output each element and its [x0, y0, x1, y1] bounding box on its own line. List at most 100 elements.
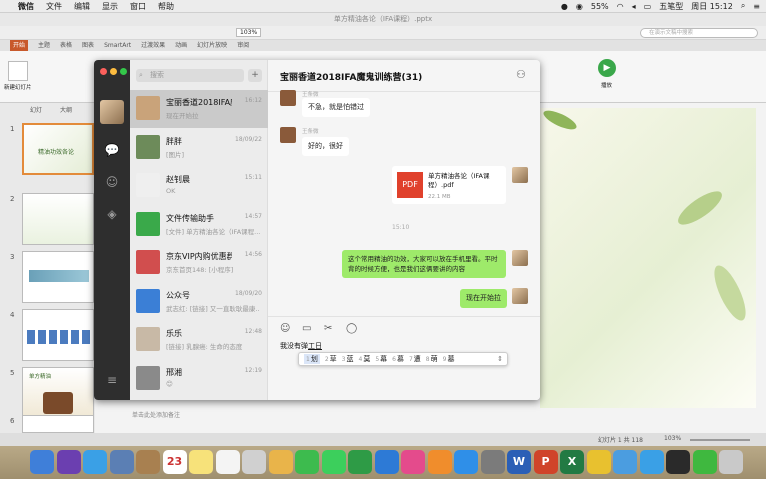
system-preferences-icon[interactable]	[480, 450, 505, 474]
ime-page-arrow-icon[interactable]: ⇕	[497, 355, 503, 363]
conversation-item[interactable]: 宝丽香道2018IFA魔... 16:12 现在开始拉	[130, 90, 268, 128]
keka-icon[interactable]	[586, 450, 611, 474]
qq-icon[interactable]	[639, 450, 664, 474]
composer-text[interactable]: 我没有弹工日	[280, 341, 322, 351]
notes-placeholder[interactable]: 单击此处添加备注	[132, 410, 180, 419]
ime-candidate[interactable]: 2草	[325, 354, 337, 364]
messages-icon[interactable]	[321, 450, 346, 474]
menu-file[interactable]: 文件	[46, 1, 62, 12]
zoom-window-icon[interactable]	[120, 68, 127, 75]
search-input[interactable]: 搜索	[136, 69, 244, 82]
safari-icon[interactable]	[83, 450, 107, 474]
new-chat-plus-button[interactable]: +	[248, 69, 262, 82]
menu-help[interactable]: 帮助	[158, 1, 174, 12]
ime-candidate[interactable]: 9墓	[443, 354, 455, 364]
battery-percent[interactable]: 55%	[591, 2, 609, 11]
wechat-icon[interactable]	[692, 450, 717, 474]
ime-candidate[interactable]: 3蓝	[342, 354, 354, 364]
conversation-item[interactable]: 文件传输助手 14:57 [文件] 单方精油各论（IFA课程...	[130, 206, 268, 244]
favorites-icon[interactable]: ◈	[104, 206, 120, 222]
play-icon[interactable]: ▶	[598, 59, 616, 77]
slide-thumb-4[interactable]	[22, 309, 94, 361]
notes-icon[interactable]	[189, 450, 213, 474]
tab-transitions[interactable]: 过渡效果	[141, 40, 165, 51]
ime-candidate[interactable]: 5幕	[375, 354, 387, 364]
battery-icon[interactable]: ▭	[644, 2, 652, 11]
tab-animations[interactable]: 动画	[175, 40, 187, 51]
folder-icon[interactable]: ▭	[302, 323, 311, 334]
menu-edit[interactable]: 编辑	[74, 1, 90, 12]
my-message-avatar[interactable]	[512, 167, 528, 183]
photos-icon[interactable]	[268, 450, 293, 474]
chat-history-icon[interactable]: ◯	[346, 323, 357, 334]
excel-icon[interactable]: X	[560, 450, 584, 474]
menu-view[interactable]: 显示	[102, 1, 118, 12]
my-avatar[interactable]	[100, 100, 124, 124]
siri-icon[interactable]	[56, 450, 81, 474]
tab-home[interactable]: 开始	[10, 40, 29, 51]
finder-icon[interactable]	[30, 450, 54, 474]
message-bubble[interactable]: 不急，就是怕错过	[302, 98, 370, 117]
ime-candidate[interactable]: 1划	[304, 354, 320, 364]
contacts-icon[interactable]: ☺	[104, 174, 120, 190]
ibooks-icon[interactable]	[427, 450, 452, 474]
menu-icon[interactable]: ≡	[104, 372, 120, 388]
zoom-select[interactable]: 103%	[236, 28, 262, 37]
thumbs-tab-outline[interactable]: 大纲	[60, 105, 72, 114]
numbers-icon[interactable]	[348, 450, 372, 474]
menu-app-wechat[interactable]: 微信	[18, 1, 34, 12]
slide-thumb-3[interactable]	[22, 251, 94, 303]
new-slide-button[interactable]: 新建幻灯片	[4, 83, 32, 91]
slide-thumb-6[interactable]	[22, 415, 94, 433]
powerpoint-icon[interactable]: P	[533, 450, 558, 474]
conversation-item[interactable]: 乐乐 12:48 [链接] 乳腺癌: 生命的态度	[130, 321, 268, 359]
conversation-item[interactable]: 赵钊晨 15:11 OK	[130, 167, 268, 205]
wechat-status-icon[interactable]: ●	[561, 2, 568, 11]
slide-thumb-2[interactable]	[22, 193, 94, 245]
conversation-item[interactable]: 胖胖 18/09/22 [图片]	[130, 129, 268, 167]
message-bubble[interactable]: 这个常用精油的功效，大家可以放在手机里看。平时背的时候方便，也是我们这俩要讲的内…	[342, 250, 506, 278]
ppt-search-input[interactable]: 在演示文稿中搜索	[640, 28, 758, 38]
ime-candidate[interactable]: 4莫	[358, 354, 370, 364]
tab-review[interactable]: 审阅	[237, 40, 249, 51]
zoom-slider[interactable]	[690, 439, 750, 441]
new-slide-icon[interactable]	[8, 61, 28, 81]
message-bubble[interactable]: 现在开始拉	[460, 289, 507, 308]
notification-center-icon[interactable]: ≡	[753, 2, 760, 11]
volume-icon[interactable]: ◂	[632, 2, 636, 11]
keynote-icon[interactable]	[374, 450, 399, 474]
game-center-icon[interactable]	[613, 450, 637, 474]
slide-thumb-5[interactable]: 单方精油	[22, 367, 94, 419]
obs-icon[interactable]	[666, 450, 690, 474]
photo-booth-icon[interactable]	[242, 450, 266, 474]
tab-smartart[interactable]: SmartArt	[104, 40, 131, 51]
facetime-icon[interactable]	[295, 450, 319, 474]
play-button[interactable]: 播放	[601, 81, 612, 89]
app-store-icon[interactable]	[454, 450, 478, 474]
tab-tables[interactable]: 表格	[60, 40, 72, 51]
tab-slideshow[interactable]: 幻灯片放映	[197, 40, 227, 51]
file-message[interactable]: PDF 单方精油各论（IFA课程）.pdf 22.1 MB	[392, 166, 506, 204]
slide-thumb-1[interactable]: 精油功效各论	[22, 123, 94, 175]
slide-canvas[interactable]	[540, 108, 756, 408]
ime-candidate[interactable]: 7遭	[409, 354, 421, 364]
conversation-item[interactable]: 公众号 18/09/20 武志红: [链接] 又一直耿耿最康...	[130, 283, 268, 321]
trash-icon[interactable]	[719, 450, 743, 474]
spotlight-icon[interactable]: ⌕	[741, 1, 745, 11]
minimize-window-icon[interactable]	[110, 68, 117, 75]
my-message-avatar[interactable]	[512, 250, 528, 266]
tab-charts[interactable]: 图表	[82, 40, 94, 51]
screenshot-scissors-icon[interactable]: ✂	[324, 323, 332, 334]
ime-candidate[interactable]: 6慕	[392, 354, 404, 364]
calendar-icon[interactable]: 23	[162, 450, 187, 474]
input-method-indicator[interactable]: 五笔型	[659, 1, 683, 12]
thumbs-tab-slides[interactable]: 幻灯	[30, 105, 42, 114]
contacts-icon[interactable]	[136, 450, 160, 474]
sender-avatar[interactable]	[280, 127, 296, 143]
tab-themes[interactable]: 主题	[38, 40, 50, 51]
menu-window[interactable]: 窗口	[130, 1, 146, 12]
close-window-icon[interactable]	[100, 68, 107, 75]
ime-candidate[interactable]: 8萌	[426, 354, 438, 364]
conversation-item[interactable]: 京东VIP内购优惠群... 14:56 京东首页148: [小程序]	[130, 244, 268, 282]
chats-icon[interactable]: 💬	[104, 142, 120, 158]
